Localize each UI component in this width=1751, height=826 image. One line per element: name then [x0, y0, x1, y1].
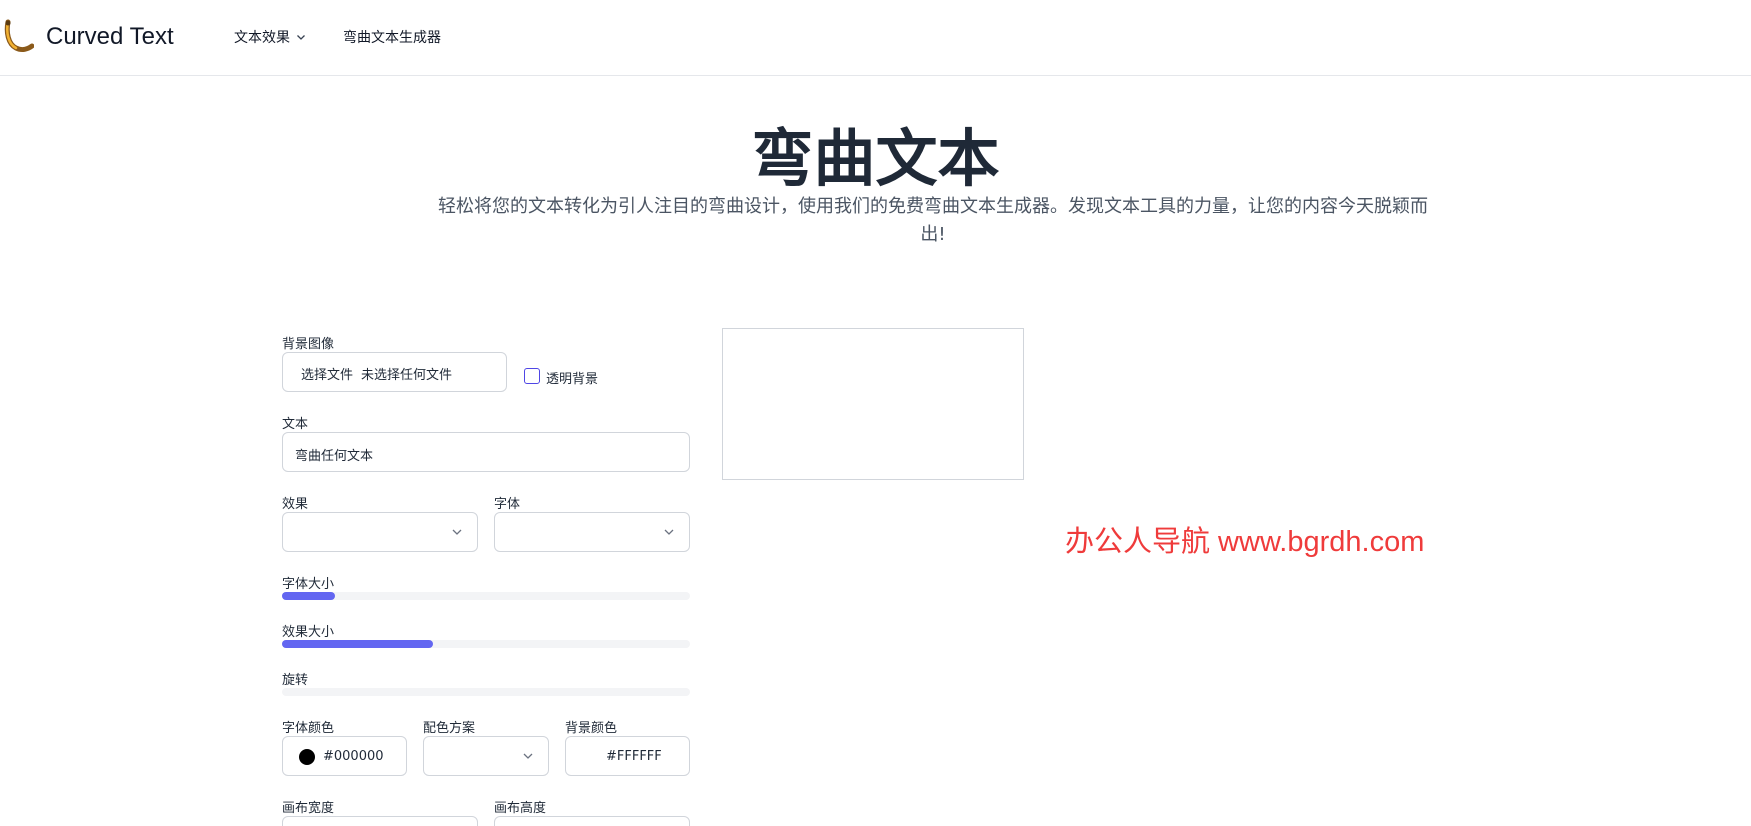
effect-label: 效果 — [282, 497, 309, 512]
bg-color-input[interactable]: #FFFFFF — [565, 736, 690, 776]
bg-color-label: 背景颜色 — [565, 721, 618, 736]
brand-name[interactable]: Curved Text — [46, 23, 174, 51]
effect-size-slider-fill — [282, 640, 433, 648]
preview-canvas — [722, 328, 1024, 480]
canvas-width-label: 画布宽度 — [282, 801, 335, 816]
transparent-bg-label: 透明背景 — [546, 372, 599, 387]
nav-text-effects-label: 文本效果 — [234, 30, 290, 46]
chevron-down-icon — [664, 529, 674, 535]
nav-curved-text-generator[interactable]: 弯曲文本生成器 — [343, 27, 441, 47]
watermark-text: 办公人导航 www.bgrdh.com — [1065, 526, 1425, 558]
page-subtitle-line1: 轻松将您的文本转化为引人注目的弯曲设计，使用我们的免费弯曲文本生成器。发现文本工… — [438, 196, 1428, 217]
font-label: 字体 — [494, 497, 521, 512]
page-subtitle: 轻松将您的文本转化为引人注目的弯曲设计，使用我们的免费弯曲文本生成器。发现文本工… — [430, 193, 1436, 249]
page-title: 弯曲文本 — [751, 122, 1000, 195]
effect-size-label: 效果大小 — [282, 625, 335, 640]
page-subtitle-line2: 出! — [920, 224, 946, 245]
top-navbar: Curved Text 文本效果 弯曲文本生成器 — [0, 0, 1751, 76]
font-size-slider[interactable] — [282, 592, 690, 600]
text-label: 文本 — [282, 417, 309, 432]
chevron-down-icon — [523, 753, 533, 759]
font-color-swatch — [299, 749, 315, 765]
effect-select[interactable] — [282, 512, 478, 552]
file-status-text: 未选择任何文件 — [361, 368, 453, 383]
rotate-slider[interactable] — [282, 688, 690, 696]
text-input[interactable]: 弯曲任何文本 — [282, 432, 690, 472]
bg-color-value: #FFFFFF — [606, 749, 662, 764]
transparent-bg-checkbox[interactable] — [524, 368, 540, 384]
bg-image-label: 背景图像 — [282, 337, 335, 352]
bg-image-file-input[interactable]: 选择文件 未选择任何文件 — [282, 352, 507, 392]
color-scheme-label: 配色方案 — [423, 721, 476, 736]
logo-icon[interactable] — [2, 18, 34, 54]
canvas-height-input[interactable] — [494, 816, 690, 826]
font-color-label: 字体颜色 — [282, 721, 335, 736]
font-select[interactable] — [494, 512, 690, 552]
effect-size-slider[interactable] — [282, 640, 690, 648]
chevron-down-icon — [452, 529, 462, 535]
rotate-label: 旋转 — [282, 673, 309, 688]
canvas-width-input[interactable] — [282, 816, 478, 826]
font-size-slider-fill — [282, 592, 336, 600]
choose-file-button[interactable]: 选择文件 — [301, 368, 353, 383]
font-color-input[interactable]: #000000 — [282, 736, 407, 776]
font-size-label: 字体大小 — [282, 577, 335, 592]
font-color-value: #000000 — [323, 749, 384, 764]
color-scheme-select[interactable] — [423, 736, 549, 776]
nav-text-effects-dropdown[interactable]: 文本效果 — [234, 27, 306, 47]
canvas-height-label: 画布高度 — [494, 801, 547, 816]
chevron-down-icon — [297, 35, 305, 40]
